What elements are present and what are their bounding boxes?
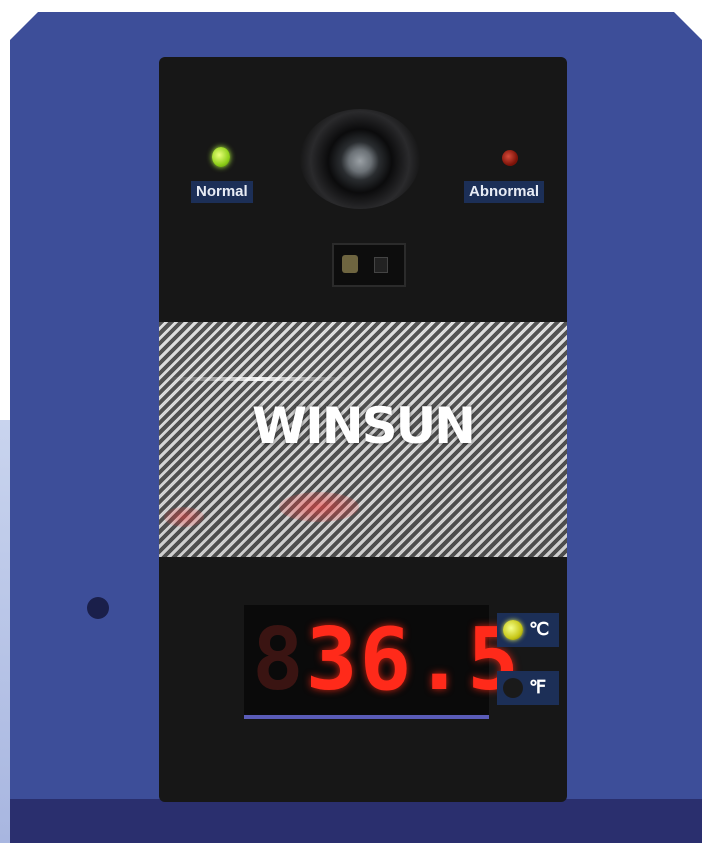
- temperature-digits: 8 36.5: [252, 613, 521, 707]
- glare: [169, 377, 349, 381]
- connector-jack-icon: [374, 257, 388, 273]
- red-reflection: [164, 507, 204, 527]
- front-panel: Normal Abnormal WINSUN 8 36.5 ℃ ℉: [159, 57, 567, 802]
- power-connector[interactable]: [332, 243, 406, 287]
- connector-port-icon: [342, 255, 358, 273]
- celsius-button[interactable]: ℃: [497, 613, 559, 647]
- fahrenheit-indicator-icon: [503, 678, 523, 698]
- fahrenheit-button[interactable]: ℉: [497, 671, 559, 705]
- infrared-sensor: [300, 109, 420, 209]
- temperature-display: 8 36.5: [244, 605, 519, 719]
- housing-base: [10, 799, 702, 843]
- normal-led-icon: [212, 147, 230, 167]
- temperature-reading: 36.5: [305, 610, 521, 710]
- mount-hole: [87, 597, 109, 619]
- thermometer-housing: Normal Abnormal WINSUN 8 36.5 ℃ ℉: [10, 12, 702, 843]
- celsius-indicator-icon: [503, 620, 523, 640]
- abnormal-label: Abnormal: [464, 181, 545, 203]
- fahrenheit-label: ℉: [529, 677, 547, 697]
- normal-label: Normal: [191, 181, 253, 203]
- inactive-digit: 8: [252, 610, 306, 710]
- brand-logo: WINSUN: [251, 397, 476, 455]
- abnormal-led-icon: [502, 150, 518, 166]
- red-reflection: [279, 492, 359, 522]
- celsius-label: ℃: [529, 619, 550, 639]
